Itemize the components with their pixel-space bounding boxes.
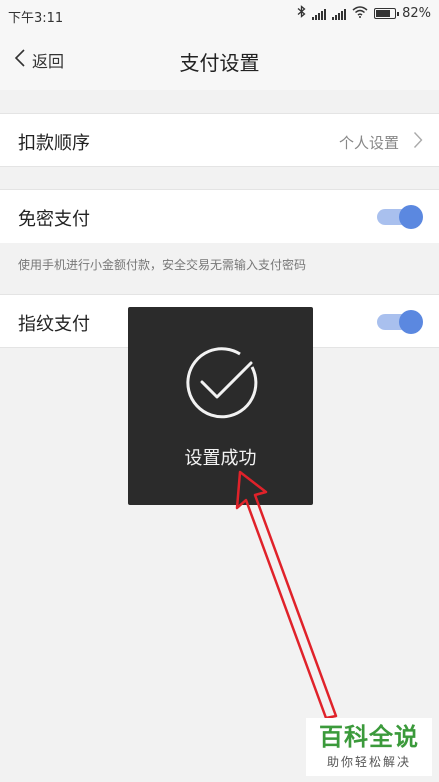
red-arrow-annotation <box>235 470 338 720</box>
watermark: 百科全说 助你轻松解决 <box>306 718 432 776</box>
watermark-sub: 助你轻松解决 <box>326 755 411 769</box>
watermark-main: 百科全说 <box>319 723 419 751</box>
